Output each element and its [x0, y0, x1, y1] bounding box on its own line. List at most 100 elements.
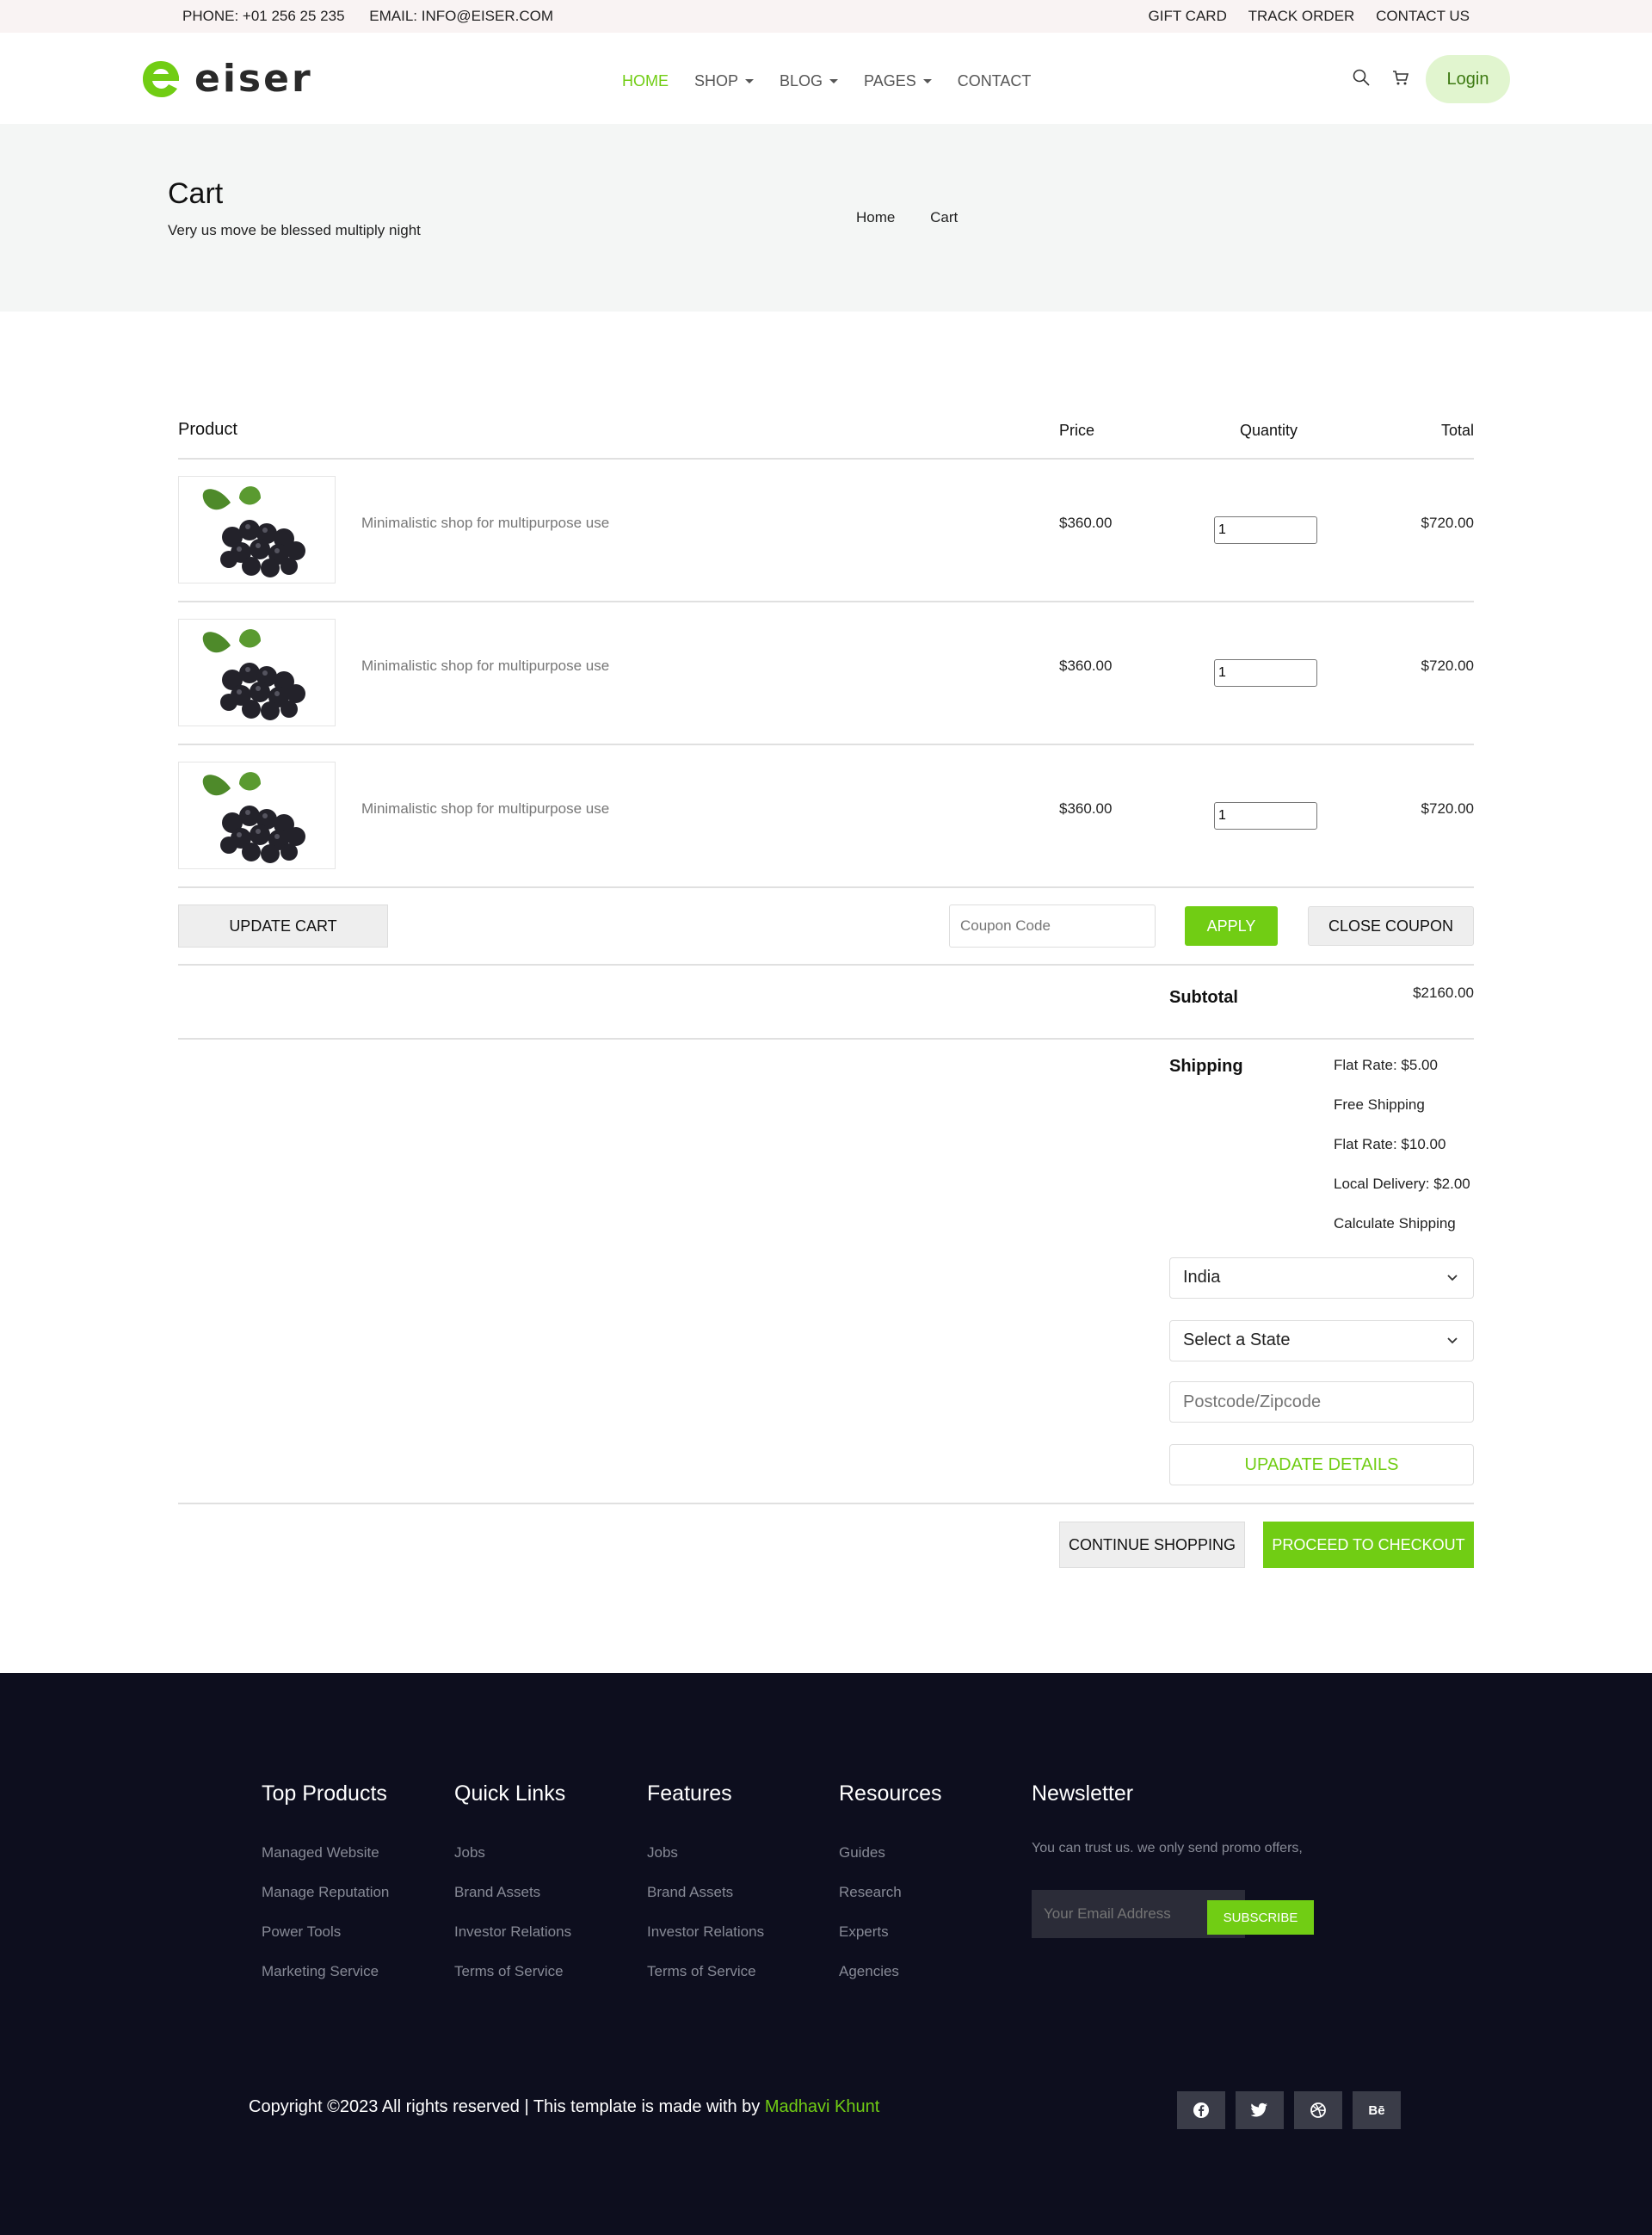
twitter-icon[interactable] [1236, 2091, 1284, 2129]
update-details-button[interactable]: UPADATE DETAILS [1169, 1444, 1474, 1485]
footer-link[interactable]: Research [839, 1884, 942, 1923]
gift-card-link[interactable]: GIFT CARD [1149, 8, 1227, 24]
phone-text: PHONE: +01 256 25 235 [182, 8, 345, 24]
continue-shopping-button[interactable]: CONTINUE SHOPPING [1059, 1522, 1245, 1568]
footer-column-features: Features Jobs Brand Assets Investor Rela… [647, 1781, 764, 2003]
quantity-input[interactable] [1214, 802, 1317, 830]
shipping-option[interactable]: Free Shipping [1334, 1096, 1470, 1136]
footer-link[interactable]: Marketing Service [262, 1963, 389, 2003]
subtotal-row: Subtotal $2160.00 [178, 966, 1474, 1040]
footer-link[interactable]: Brand Assets [454, 1884, 571, 1923]
header-price: Price [1059, 422, 1095, 439]
logo-mark-icon [143, 60, 179, 97]
product-name[interactable]: Minimalistic shop for multipurpose use [361, 515, 609, 532]
footer-link[interactable]: Investor Relations [454, 1923, 571, 1963]
contact-us-link[interactable]: CONTACT US [1376, 8, 1470, 24]
table-row: Minimalistic shop for multipurpose use $… [178, 602, 1474, 745]
nav-contact-label: CONTACT [957, 72, 1032, 90]
breadcrumb-cart[interactable]: Cart [930, 209, 958, 225]
quantity-input[interactable] [1214, 516, 1317, 544]
header-total: Total [1440, 422, 1474, 439]
nav-shop-label: SHOP [694, 72, 739, 90]
footer-link[interactable]: Jobs [454, 1844, 571, 1884]
blackberry-image [202, 772, 305, 863]
footer-link[interactable]: Jobs [647, 1844, 764, 1884]
caret-down-icon [922, 79, 932, 83]
author-link[interactable]: Madhavi Khunt [765, 2097, 879, 2116]
logo-text: eiser [194, 57, 313, 101]
country-value: India [1183, 1268, 1221, 1287]
newsletter-email-input[interactable] [1032, 1890, 1204, 1938]
social-links: Bē [1177, 2091, 1411, 2129]
footer-link[interactable]: Terms of Service [454, 1963, 571, 2003]
quantity-input[interactable] [1214, 659, 1317, 687]
nav-blog-label: BLOG [780, 72, 823, 90]
update-cart-button[interactable]: UPDATE CART [178, 904, 388, 948]
coupon-input[interactable] [949, 904, 1156, 948]
footer-column-title: Quick Links [454, 1781, 566, 1806]
footer-column-title: Top Products [262, 1781, 387, 1806]
shipping-row: Shipping Flat Rate: $5.00 Free Shipping … [178, 1040, 1474, 1504]
footer-link[interactable]: Managed Website [262, 1844, 389, 1884]
cart-section: Product Price Quantity Total Minimalisti… [178, 404, 1474, 1573]
cart-table-header: Product Price Quantity Total [178, 404, 1474, 460]
footer-link[interactable]: Investor Relations [647, 1923, 764, 1963]
country-select[interactable]: India [1169, 1257, 1474, 1299]
proceed-checkout-button[interactable]: PROCEED TO CHECKOUT [1263, 1522, 1474, 1568]
nav-contact[interactable]: CONTACT [958, 72, 1032, 90]
footer-link[interactable]: Brand Assets [647, 1884, 764, 1923]
track-order-link[interactable]: TRACK ORDER [1248, 8, 1355, 24]
nav-blog[interactable]: BLOG [780, 72, 839, 90]
header-product: Product [178, 420, 237, 439]
footer: Top Products Managed Website Manage Repu… [0, 1673, 1652, 2235]
dribbble-icon[interactable] [1294, 2091, 1342, 2129]
product-price: $360.00 [1059, 800, 1113, 817]
product-image [178, 619, 336, 726]
caret-down-icon [829, 79, 839, 83]
shipping-option[interactable]: Flat Rate: $10.00 [1334, 1136, 1470, 1176]
header-quantity: Quantity [1240, 422, 1298, 439]
state-value: Select a State [1183, 1331, 1291, 1349]
nav-home[interactable]: HOME [622, 72, 669, 90]
blackberry-image [202, 486, 305, 577]
product-name[interactable]: Minimalistic shop for multipurpose use [361, 800, 609, 818]
footer-column-top-products: Top Products Managed Website Manage Repu… [262, 1781, 389, 2003]
apply-coupon-button[interactable]: APPLY [1185, 906, 1278, 946]
caret-down-icon [745, 79, 755, 83]
postcode-input[interactable] [1169, 1381, 1474, 1423]
newsletter-text: You can trust us. we only send promo off… [1032, 1841, 1303, 1855]
product-image [178, 476, 336, 583]
nav-shop[interactable]: SHOP [694, 72, 755, 90]
shipping-option[interactable]: Flat Rate: $5.00 [1334, 1057, 1470, 1096]
newsletter-form: SUBSCRIBE [1032, 1890, 1314, 1938]
product-price: $360.00 [1059, 515, 1113, 531]
footer-link[interactable]: Manage Reputation [262, 1884, 389, 1923]
logo[interactable]: eiser [139, 57, 313, 101]
footer-link[interactable]: Power Tools [262, 1923, 389, 1963]
footer-link[interactable]: Experts [839, 1923, 942, 1963]
product-price: $360.00 [1059, 658, 1113, 674]
nav-pages[interactable]: PAGES [864, 72, 932, 90]
shipping-options: Flat Rate: $5.00 Free Shipping Flat Rate… [1334, 1057, 1470, 1255]
facebook-icon[interactable] [1177, 2091, 1225, 2129]
footer-link[interactable]: Guides [839, 1844, 942, 1884]
search-icon[interactable] [1351, 67, 1372, 88]
subscribe-button[interactable]: SUBSCRIBE [1207, 1900, 1314, 1935]
footer-link[interactable]: Agencies [839, 1963, 942, 2003]
login-button[interactable]: Login [1426, 55, 1510, 103]
cart-actions: UPDATE CART APPLY CLOSE COUPON [178, 888, 1474, 966]
chevron-down-icon [1447, 1275, 1458, 1281]
behance-icon[interactable]: Bē [1353, 2091, 1401, 2129]
cart-icon[interactable] [1390, 67, 1411, 88]
shipping-option[interactable]: Local Delivery: $2.00 [1334, 1176, 1470, 1215]
breadcrumb-home[interactable]: Home [856, 209, 895, 225]
page-title: Cart [168, 177, 224, 210]
product-name[interactable]: Minimalistic shop for multipurpose use [361, 658, 609, 675]
table-row: Minimalistic shop for multipurpose use $… [178, 745, 1474, 888]
email-text: EMAIL: INFO@EISER.COM [369, 8, 554, 24]
close-coupon-button[interactable]: CLOSE COUPON [1308, 906, 1474, 946]
footer-link[interactable]: Terms of Service [647, 1963, 764, 2003]
main-nav: HOME SHOP BLOG PAGES CONTACT [622, 72, 1057, 90]
state-select[interactable]: Select a State [1169, 1320, 1474, 1361]
product-image [178, 762, 336, 869]
